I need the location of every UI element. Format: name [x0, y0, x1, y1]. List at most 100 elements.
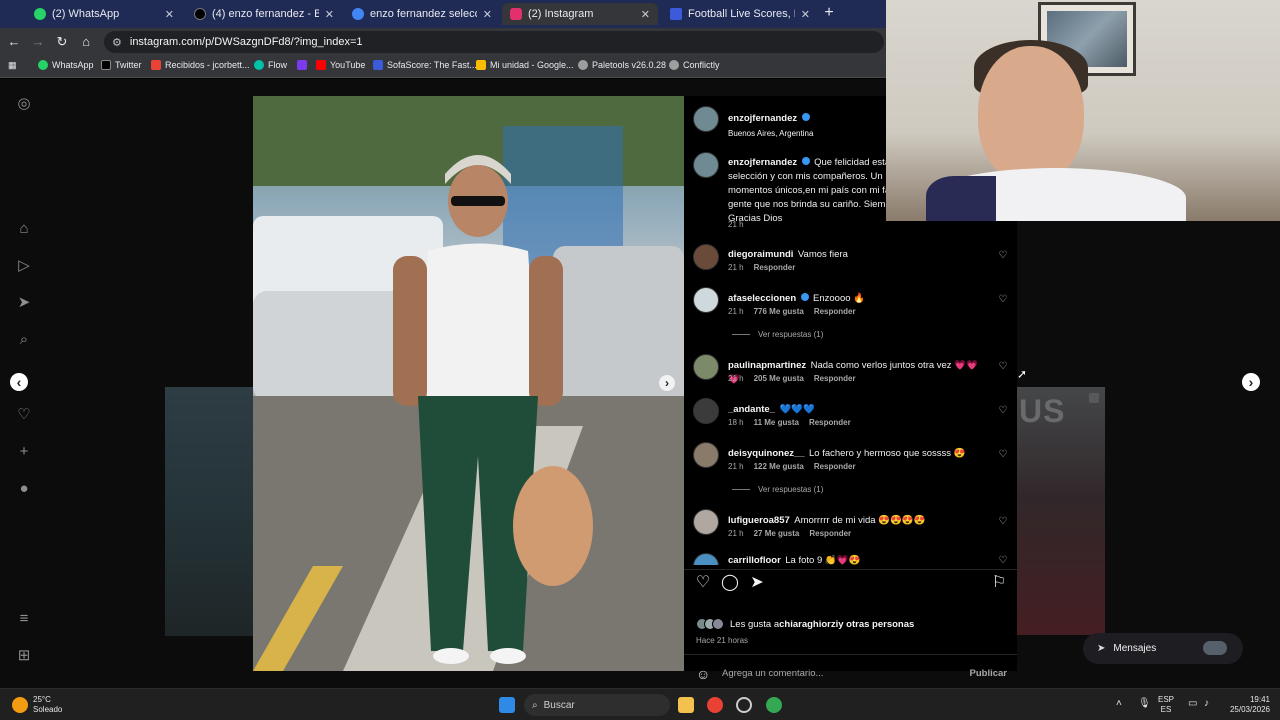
comment-username[interactable]: _andante_ — [728, 404, 775, 415]
comment-likes[interactable]: 11 Me gusta — [754, 418, 799, 427]
like-comment-heart-icon[interactable]: ♡ — [997, 449, 1009, 461]
reply-button[interactable]: Responder — [814, 374, 856, 383]
taskbar-search[interactable]: ⌕ Buscar — [524, 694, 670, 716]
comment-likes[interactable]: 205 Me gusta — [754, 374, 804, 383]
new-tab-button[interactable]: + — [820, 4, 838, 22]
reply-button[interactable]: Responder — [754, 263, 796, 272]
more-apps-icon[interactable]: ⊞ — [14, 646, 34, 666]
comment-avatar[interactable] — [693, 442, 719, 468]
comment-bubble-icon[interactable]: ◯ — [721, 574, 739, 592]
previous-post-arrow-icon[interactable]: ‹ — [10, 373, 28, 391]
notifications-heart-icon[interactable]: ♡ — [14, 405, 34, 425]
windows-start-icon[interactable] — [499, 697, 515, 713]
like-comment-heart-icon[interactable]: ♡ — [997, 250, 1009, 262]
close-tab-icon[interactable]: ✕ — [165, 8, 174, 21]
profile-avatar-icon[interactable]: ● — [14, 479, 34, 499]
instagram-logo-icon[interactable]: ◎ — [14, 94, 34, 114]
bookmark-youtube[interactable]: YouTube — [316, 60, 365, 70]
reply-button[interactable]: Responder — [814, 462, 856, 471]
comment-likes[interactable]: 122 Me gusta — [754, 462, 804, 471]
reply-button[interactable]: Responder — [809, 529, 851, 538]
weather-sun-icon[interactable] — [12, 697, 28, 713]
bookmark-gmail[interactable]: Recibidos - jcorbett... — [151, 60, 250, 70]
tab-google-search[interactable]: enzo fernandez seleccion - Bus ✕ — [344, 3, 500, 25]
comment-avatar[interactable] — [693, 287, 719, 313]
comment-username[interactable]: afaseleccionen — [728, 293, 796, 304]
view-replies-button[interactable]: Ver respuestas (1) — [732, 330, 823, 339]
tab-instagram[interactable]: (2) Instagram ✕ — [502, 3, 658, 25]
likes-summary[interactable]: Les gusta a chiaraghiorzi y otras person… — [696, 618, 914, 630]
chrome-profile-icon[interactable] — [766, 697, 782, 713]
bookmark-sofascore[interactable]: SofaScore: The Fast... — [373, 60, 477, 70]
messages-button[interactable]: ➤ Mensajes — [1083, 633, 1243, 664]
caption-avatar[interactable] — [693, 152, 719, 178]
comment-avatar[interactable] — [693, 244, 719, 270]
comment-username[interactable]: carrillofloor — [728, 555, 781, 565]
search-icon[interactable]: ⌕ — [14, 330, 34, 350]
tab-x-search[interactable]: (4) enzo fernandez - Buscar / X ✕ — [186, 3, 342, 25]
forward-arrow-icon[interactable]: → — [30, 34, 46, 50]
close-tab-icon[interactable]: ✕ — [641, 8, 650, 21]
microphone-icon[interactable]: 🎙 — [1138, 699, 1151, 709]
likes-user[interactable]: chiaraghiorzi — [779, 619, 838, 630]
share-send-icon[interactable]: ➤ — [748, 574, 766, 592]
caption-username[interactable]: enzojfernandez — [728, 157, 797, 168]
site-info-icon[interactable]: ⚙ — [112, 36, 122, 49]
tab-whatsapp[interactable]: (2) WhatsApp ✕ — [26, 3, 182, 25]
bookmark-flow[interactable]: Flow — [254, 60, 287, 70]
bookmark-twitter[interactable]: Twitter — [101, 60, 142, 70]
comment-likes[interactable]: 27 Me gusta — [754, 529, 800, 538]
home-icon[interactable]: ⌂ — [78, 34, 94, 50]
reload-icon[interactable]: ↻ — [54, 34, 70, 50]
like-comment-heart-icon[interactable]: ♡ — [997, 361, 1009, 373]
comment-username[interactable]: diegoraimundi — [728, 249, 793, 260]
close-tab-icon[interactable]: ✕ — [801, 8, 810, 21]
like-comment-heart-icon[interactable]: ♡ — [997, 405, 1009, 417]
comment-avatar[interactable] — [693, 553, 719, 565]
like-heart-icon[interactable]: ♡ — [694, 574, 712, 592]
chrome-icon[interactable] — [707, 697, 723, 713]
author-username[interactable]: enzojfernandez — [728, 113, 797, 124]
photo-next-arrow-icon[interactable]: › — [659, 375, 675, 391]
likes-suffix[interactable]: y otras personas — [838, 619, 914, 630]
bookmark-conflictly[interactable]: Conflictly — [669, 60, 720, 70]
previous-post-preview[interactable] — [165, 387, 255, 636]
comment-avatar[interactable] — [693, 398, 719, 424]
next-post-preview[interactable]: US — [1017, 387, 1105, 635]
bookmark-paletools[interactable]: Paletools v26.0.28 — [578, 60, 666, 70]
publish-button[interactable]: Publicar — [970, 668, 1008, 679]
home-icon[interactable]: ⌂ — [14, 219, 34, 239]
comment-input[interactable]: Agrega un comentario... — [722, 668, 823, 679]
language-indicator[interactable]: ESP ES — [1158, 695, 1174, 715]
tray-chevron-icon[interactable]: ˄ — [1116, 699, 1122, 709]
like-comment-heart-icon[interactable]: ♡ — [997, 516, 1009, 528]
bookmark-drive[interactable]: Mi unidad - Google... — [476, 60, 574, 70]
close-tab-icon[interactable]: ✕ — [325, 8, 334, 21]
weather-widget[interactable]: 25°C Soleado — [33, 695, 62, 715]
address-bar[interactable]: ⚙ instagram.com/p/DWSazgnDFd8/?img_index… — [104, 31, 884, 53]
tab-football-scores[interactable]: Football Live Scores, Fixtures & ✕ — [662, 3, 818, 25]
save-bookmark-icon[interactable]: ⚐ — [990, 574, 1008, 592]
comment-username[interactable]: paulinapmartinez — [728, 360, 806, 371]
comment-avatar[interactable] — [693, 509, 719, 535]
apps-grid-icon[interactable]: ▦ — [8, 60, 17, 71]
bookmark-twitch[interactable] — [297, 60, 311, 70]
like-comment-heart-icon[interactable]: ♡ — [997, 555, 1009, 565]
comment-likes[interactable]: 776 Me gusta — [754, 307, 804, 316]
reply-button[interactable]: Responder — [809, 418, 851, 427]
volume-icon[interactable]: ♪ — [1204, 699, 1209, 709]
emoji-icon[interactable]: ☺ — [696, 666, 710, 682]
back-arrow-icon[interactable]: ← — [6, 34, 22, 50]
create-plus-icon[interactable]: + — [14, 442, 34, 462]
view-replies-button[interactable]: Ver respuestas (1) — [732, 485, 823, 494]
comment-username[interactable]: deisyquinonez__ — [728, 448, 805, 459]
bookmark-whatsapp[interactable]: WhatsApp — [38, 60, 94, 70]
post-location[interactable]: Buenos Aires, Argentina — [728, 129, 813, 138]
comment-avatar[interactable] — [693, 354, 719, 380]
menu-icon[interactable]: ≡ — [14, 609, 34, 629]
messages-send-icon[interactable]: ➤ — [14, 293, 34, 313]
reels-icon[interactable]: ▷ — [14, 256, 34, 276]
close-tab-icon[interactable]: ✕ — [483, 8, 492, 21]
file-explorer-icon[interactable] — [678, 697, 694, 713]
clock[interactable]: 19:41 25/03/2026 — [1224, 695, 1270, 715]
